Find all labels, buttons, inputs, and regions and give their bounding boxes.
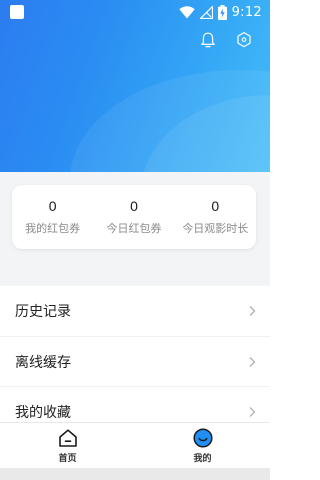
settings-hexagon-icon[interactable]: [236, 31, 252, 49]
stats-card: 0 我的红包券 0 今日红包券 0 今日观影时长: [12, 185, 256, 249]
stat-my-coupons[interactable]: 0 我的红包券: [12, 185, 93, 249]
menu-item-label: 我的收藏: [15, 404, 71, 421]
chevron-right-icon: [249, 306, 256, 316]
stat-value: 0: [130, 198, 138, 214]
stat-label: 今日观影时长: [182, 222, 249, 235]
home-icon: [58, 429, 77, 447]
stat-value: 0: [211, 198, 220, 214]
tab-label: 我的: [193, 454, 212, 464]
bottom-edge: [0, 468, 270, 480]
tab-home[interactable]: 首页: [0, 423, 135, 468]
chevron-right-icon: [249, 406, 256, 417]
status-time: 9:12: [231, 4, 262, 20]
battery-charging-icon: [217, 4, 227, 20]
header-actions: [200, 31, 252, 49]
app-notification-icon: [10, 5, 24, 19]
tab-label: 首页: [58, 454, 77, 464]
stat-label: 今日红包券: [106, 222, 162, 235]
menu-item-label: 历史记录: [15, 304, 71, 320]
chevron-right-icon: [249, 356, 256, 367]
profile-face-icon: [192, 428, 213, 448]
stat-today-coupons[interactable]: 0 今日红包券: [93, 185, 174, 249]
menu-item-label: 离线缓存: [15, 354, 71, 371]
tab-profile[interactable]: 我的: [135, 423, 270, 468]
menu-list: 历史记录 离线缓存 我的收藏: [0, 286, 270, 436]
stat-label: 我的红包券: [25, 222, 81, 235]
wifi-icon: [178, 5, 195, 18]
menu-item-offline-cache[interactable]: 离线缓存: [0, 336, 270, 386]
profile-header: [0, 0, 270, 172]
stat-value: 0: [48, 198, 57, 214]
bottom-tab-bar: 首页 我的: [0, 422, 270, 468]
stat-today-watch-time[interactable]: 0 今日观影时长: [175, 185, 256, 249]
status-bar: 9:12: [0, 0, 270, 24]
menu-item-history[interactable]: 历史记录: [0, 286, 270, 336]
no-signal-icon: [199, 5, 213, 19]
status-icons: 9:12: [178, 4, 262, 20]
bell-icon[interactable]: [200, 31, 216, 49]
